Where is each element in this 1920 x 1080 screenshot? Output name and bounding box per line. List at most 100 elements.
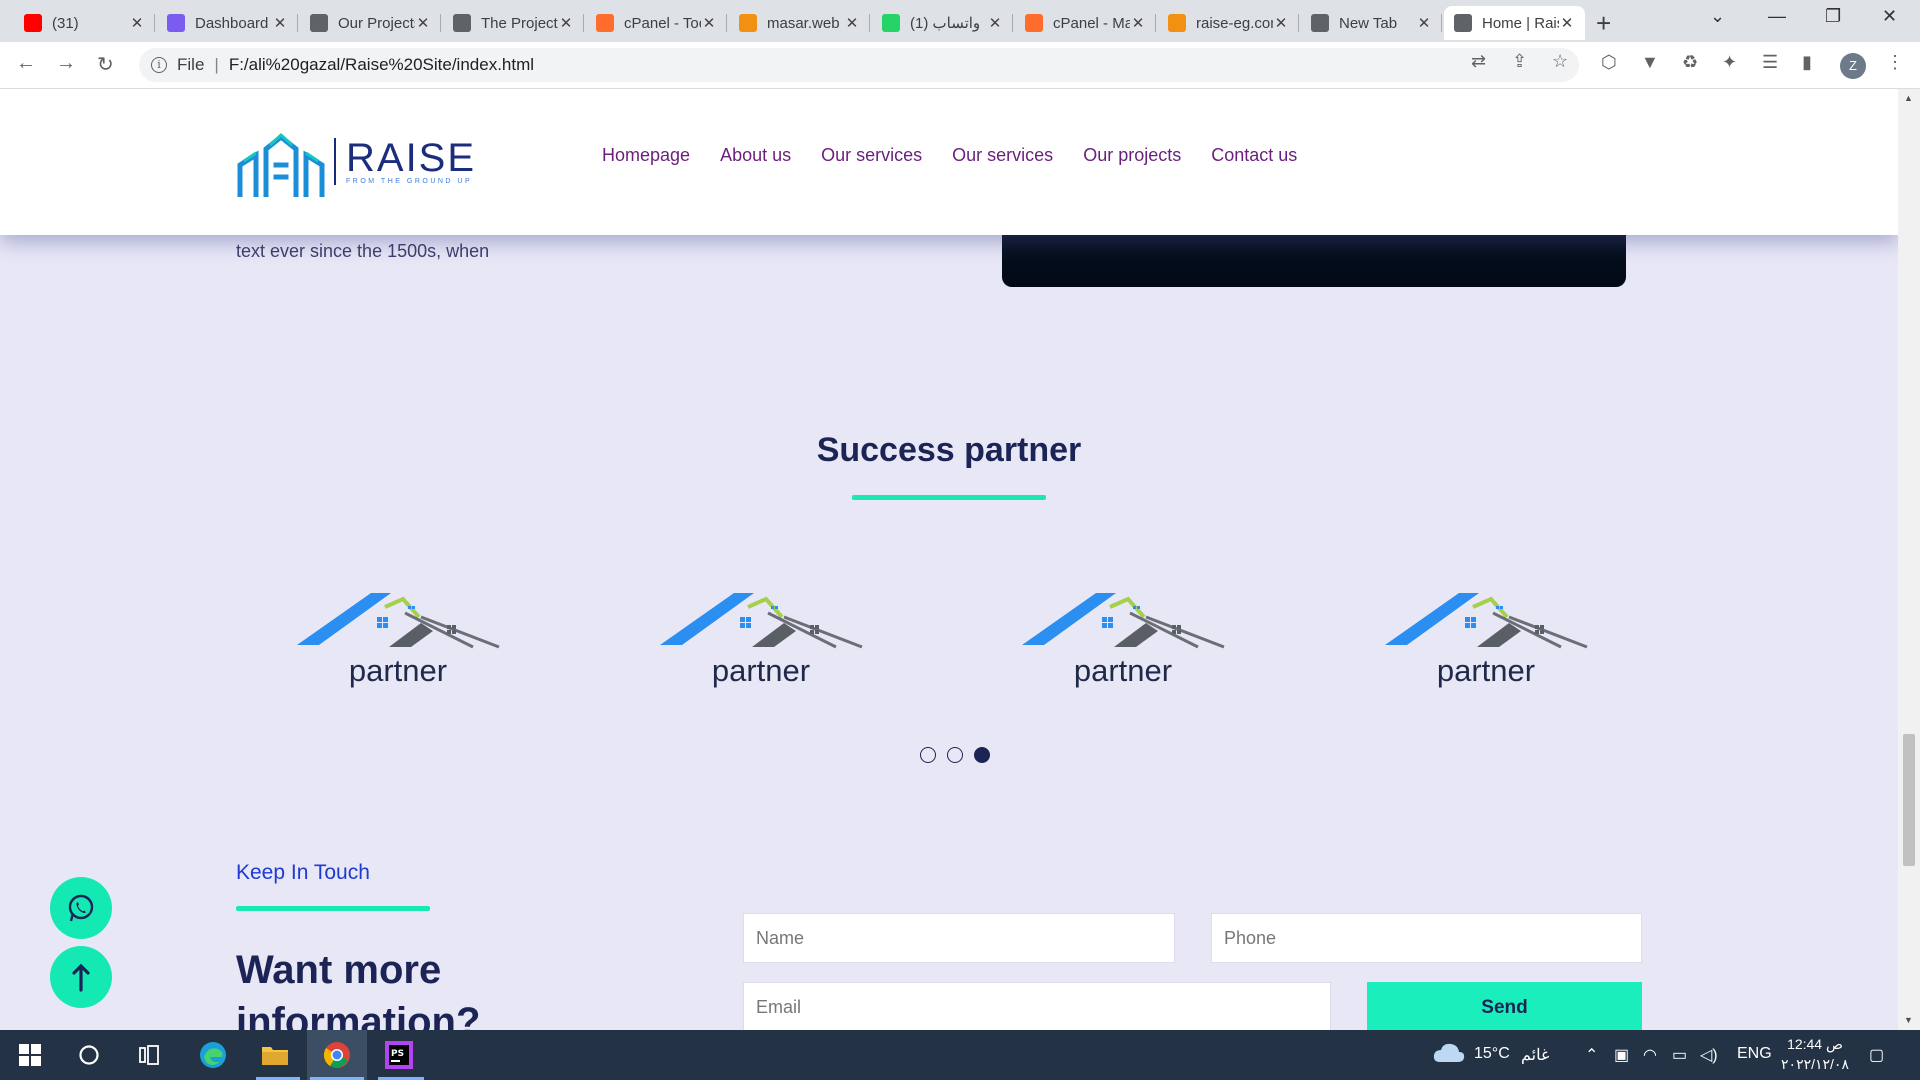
page-scrollbar[interactable]: ▲ ▼ bbox=[1898, 89, 1920, 1030]
nav-our-services-2[interactable]: Our services bbox=[952, 145, 1053, 166]
bookmark-star-icon[interactable]: ☆ bbox=[1552, 51, 1568, 72]
wifi-icon[interactable]: ◠ bbox=[1643, 1045, 1657, 1065]
tab-close-icon[interactable]: ✕ bbox=[1559, 14, 1575, 32]
brand-tagline: FROM THE GROUND UP bbox=[346, 177, 473, 185]
extension-cube-icon[interactable]: ⬡ bbox=[1601, 52, 1617, 73]
windows-start-icon[interactable] bbox=[14, 1039, 46, 1071]
task-view-icon[interactable] bbox=[133, 1039, 165, 1071]
tab-search-icon[interactable]: ⌄ bbox=[1710, 6, 1725, 27]
site-logo[interactable]: RAISE FROM THE GROUND UP bbox=[236, 125, 476, 197]
tab-separator bbox=[297, 14, 298, 32]
nav-our-services[interactable]: Our services bbox=[821, 145, 922, 166]
contact-label: Keep In Touch bbox=[236, 861, 370, 884]
globe-icon bbox=[453, 14, 471, 32]
translate-icon[interactable]: ⇄ bbox=[1471, 51, 1486, 72]
email-input[interactable]: Email bbox=[743, 982, 1331, 1030]
reading-list-icon[interactable]: ☰ bbox=[1762, 52, 1778, 73]
tab-separator bbox=[1441, 14, 1442, 32]
tab-close-icon[interactable]: ✕ bbox=[844, 14, 860, 32]
extension-vue-icon[interactable]: ▼ bbox=[1641, 52, 1659, 73]
address-bar[interactable]: i File | F:/ali%20gazal/Raise%20Site/ind… bbox=[139, 48, 1579, 82]
tab-close-icon[interactable]: ✕ bbox=[129, 14, 145, 32]
profile-avatar[interactable]: Z bbox=[1840, 53, 1866, 79]
tab-close-icon[interactable]: ✕ bbox=[1130, 14, 1146, 32]
chrome-icon[interactable] bbox=[321, 1039, 353, 1071]
new-tab-button[interactable]: + bbox=[1596, 8, 1611, 39]
nav-contact-us[interactable]: Contact us bbox=[1211, 145, 1297, 166]
send-button[interactable]: Send bbox=[1367, 982, 1642, 1030]
browser-tab[interactable]: New Tab ✕ bbox=[1301, 6, 1442, 40]
carousel-dot[interactable] bbox=[920, 747, 936, 763]
close-window-button[interactable]: ✕ bbox=[1882, 6, 1897, 27]
youtube-icon bbox=[24, 14, 42, 32]
extensions-puzzle-icon[interactable]: ✦ bbox=[1722, 52, 1737, 73]
cloud-weather-icon[interactable] bbox=[1432, 1040, 1466, 1069]
scrollbar-thumb[interactable] bbox=[1903, 734, 1915, 866]
nav-our-projects[interactable]: Our projects bbox=[1083, 145, 1181, 166]
partner-name: partner bbox=[1073, 653, 1173, 688]
tab-close-icon[interactable]: ✕ bbox=[1273, 14, 1289, 32]
partner-card[interactable]: partner bbox=[268, 587, 528, 689]
whatsapp-button[interactable] bbox=[50, 877, 112, 939]
browser-tab[interactable]: Our Projects ✕ bbox=[300, 6, 441, 40]
browser-tab[interactable]: Dashboard ✕ bbox=[157, 6, 298, 40]
partner-card[interactable]: partner bbox=[631, 587, 891, 689]
partner-name: partner bbox=[348, 653, 448, 688]
name-input[interactable]: Name bbox=[743, 913, 1175, 963]
weather-condition[interactable]: غائم bbox=[1521, 1045, 1549, 1065]
browser-tab[interactable]: masar.web ✕ bbox=[729, 6, 870, 40]
phone-input[interactable]: Phone bbox=[1211, 913, 1642, 963]
browser-tab[interactable]: Home | Raise✕ bbox=[1444, 6, 1585, 40]
volume-icon[interactable]: ◁) bbox=[1700, 1045, 1718, 1065]
carousel-dot[interactable] bbox=[974, 747, 990, 763]
browser-tab[interactable]: (1) واتساب ✕ bbox=[872, 6, 1013, 40]
file-explorer-icon[interactable] bbox=[259, 1039, 291, 1071]
tab-close-icon[interactable]: ✕ bbox=[1416, 14, 1432, 32]
tab-close-icon[interactable]: ✕ bbox=[558, 14, 574, 32]
browser-tab[interactable]: (31) ✕ bbox=[14, 6, 155, 40]
language-indicator[interactable]: ENG bbox=[1737, 1045, 1772, 1063]
browser-tab[interactable]: cPanel - Tools✕ bbox=[586, 6, 727, 40]
weather-temp[interactable]: 15°C bbox=[1474, 1045, 1510, 1063]
edge-icon[interactable] bbox=[197, 1039, 229, 1071]
page-viewport: text ever since the 1500s, when RAISE FR… bbox=[0, 89, 1898, 1030]
tray-overflow-chevron-icon[interactable]: ⌃ bbox=[1585, 1045, 1598, 1065]
brand-wordmark: RAISE FROM THE GROUND UP bbox=[334, 135, 477, 185]
tab-separator bbox=[726, 14, 727, 32]
menu-kebab-icon[interactable]: ⋮ bbox=[1886, 52, 1904, 73]
maximize-button[interactable]: ❐ bbox=[1825, 6, 1841, 27]
partner-card[interactable]: partner bbox=[1356, 587, 1616, 689]
browser-tab[interactable]: cPanel - Main✕ bbox=[1015, 6, 1156, 40]
share-icon[interactable]: ⇪ bbox=[1512, 51, 1527, 72]
carousel-dot[interactable] bbox=[947, 747, 963, 763]
notifications-icon[interactable]: ▢ bbox=[1869, 1045, 1884, 1065]
reload-icon[interactable]: ↻ bbox=[97, 52, 114, 77]
partner-card[interactable]: partner bbox=[993, 587, 1253, 689]
system-clock[interactable]: 12:44 ص ٢٠٢٢/١٢/٠٨ bbox=[1776, 1034, 1854, 1074]
extension-recycle-icon[interactable]: ♻ bbox=[1682, 52, 1698, 73]
side-panel-icon[interactable]: ▮ bbox=[1802, 52, 1812, 73]
browser-tab[interactable]: raise-eg.com✕ bbox=[1158, 6, 1299, 40]
search-circle-icon[interactable] bbox=[73, 1039, 105, 1071]
minimize-button[interactable]: — bbox=[1768, 6, 1786, 27]
scroll-up-arrow-icon[interactable]: ▲ bbox=[1904, 93, 1913, 103]
browser-tab[interactable]: The Projects ✕ bbox=[443, 6, 584, 40]
tab-title: masar.web bbox=[767, 14, 840, 32]
phpstorm-icon[interactable]: PS bbox=[383, 1039, 415, 1071]
tab-close-icon[interactable]: ✕ bbox=[272, 14, 288, 32]
scroll-top-button[interactable] bbox=[50, 946, 112, 1008]
brand-name: RAISE bbox=[346, 135, 477, 180]
tab-close-icon[interactable]: ✕ bbox=[415, 14, 431, 32]
tab-title: New Tab bbox=[1339, 14, 1398, 32]
site-info-icon[interactable]: i bbox=[151, 57, 167, 73]
nav-about-us[interactable]: About us bbox=[720, 145, 791, 166]
battery-icon[interactable]: ▭ bbox=[1672, 1045, 1687, 1065]
scroll-down-arrow-icon[interactable]: ▼ bbox=[1904, 1015, 1913, 1025]
nav-homepage[interactable]: Homepage bbox=[602, 145, 690, 166]
tab-close-icon[interactable]: ✕ bbox=[701, 14, 717, 32]
forward-icon[interactable]: → bbox=[56, 52, 76, 75]
url-text[interactable]: F:/ali%20gazal/Raise%20Site/index.html bbox=[229, 55, 534, 75]
tray-device-icon[interactable]: ▣ bbox=[1614, 1045, 1629, 1065]
back-icon[interactable]: ← bbox=[16, 52, 36, 75]
tab-close-icon[interactable]: ✕ bbox=[987, 14, 1003, 32]
